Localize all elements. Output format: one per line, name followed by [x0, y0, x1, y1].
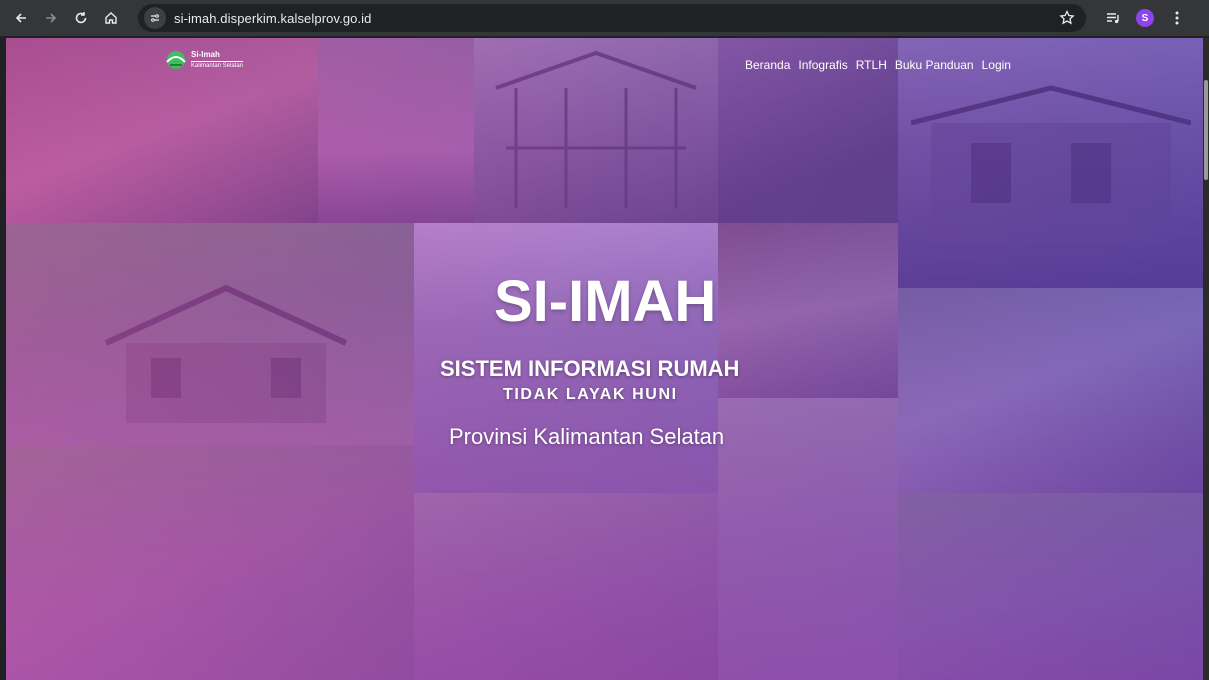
- reload-icon: [75, 12, 87, 24]
- nav-infografis[interactable]: Infografis: [798, 58, 847, 72]
- page-scrollbar[interactable]: [1203, 38, 1209, 680]
- home-button[interactable]: [98, 5, 124, 31]
- kebab-menu-icon: [1175, 11, 1179, 25]
- logo-title: Si-Imah: [191, 50, 220, 59]
- hero-section: Si-Imah Kalimantan Selatan Beranda Infog…: [6, 38, 1203, 680]
- profile-button[interactable]: S: [1134, 7, 1156, 29]
- main-nav: Beranda Infografis RTLH Buku Panduan Log…: [745, 58, 1011, 72]
- menu-button[interactable]: [1166, 7, 1188, 29]
- forward-button[interactable]: [38, 5, 64, 31]
- media-button[interactable]: [1102, 7, 1124, 29]
- site-info-button[interactable]: [144, 7, 166, 29]
- hero-region: Provinsi Kalimantan Selatan: [449, 424, 725, 449]
- media-icon: [1107, 13, 1119, 24]
- url-text[interactable]: si-imah.disperkim.kalselprov.go.id: [174, 11, 372, 26]
- home-icon: [105, 12, 117, 24]
- scrollbar-thumb[interactable]: [1204, 80, 1208, 180]
- address-bar[interactable]: si-imah.disperkim.kalselprov.go.id: [138, 4, 1086, 32]
- nav-login[interactable]: Login: [982, 58, 1011, 72]
- logo-icon: [164, 50, 188, 70]
- back-button[interactable]: [8, 5, 34, 31]
- hero-subtitle-2: TIDAK LAYAK HUNI: [503, 386, 678, 403]
- hero-subtitle: SISTEM INFORMASI RUMAH: [440, 356, 740, 381]
- site-info-icon: [151, 14, 159, 22]
- hero-title: SI-IMAH: [494, 269, 717, 334]
- logo-subtitle: Kalimantan Selatan: [191, 61, 244, 69]
- back-icon: [15, 13, 26, 23]
- nav-rtlh[interactable]: RTLH: [856, 58, 887, 72]
- nav-beranda[interactable]: Beranda: [745, 58, 790, 72]
- nav-buku-panduan[interactable]: Buku Panduan: [895, 58, 974, 72]
- avatar: S: [1136, 9, 1154, 27]
- star-icon[interactable]: [1058, 9, 1076, 27]
- browser-toolbar: si-imah.disperkim.kalselprov.go.id S: [0, 0, 1209, 36]
- site-logo[interactable]: Si-Imah Kalimantan Selatan: [164, 50, 244, 70]
- reload-button[interactable]: [68, 5, 94, 31]
- forward-icon: [46, 13, 57, 23]
